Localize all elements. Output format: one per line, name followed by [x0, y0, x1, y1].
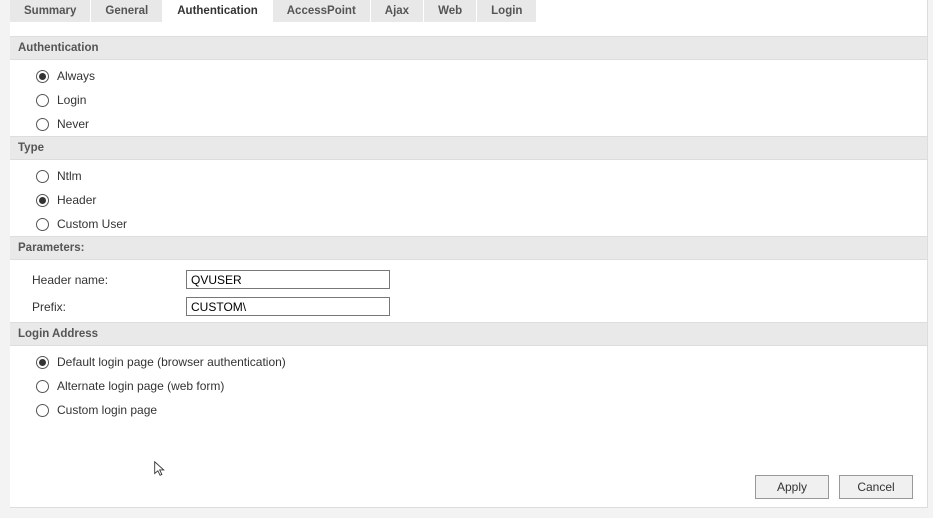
radio-alternate-login[interactable] — [36, 380, 49, 393]
radio-never[interactable] — [36, 118, 49, 131]
radio-always-label: Always — [57, 69, 95, 83]
tab-login[interactable]: Login — [477, 0, 537, 22]
authentication-group: Always Login Never — [10, 60, 927, 136]
tab-web[interactable]: Web — [424, 0, 477, 22]
tab-bar: Summary General Authentication AccessPoi… — [10, 0, 927, 22]
section-header-type: Type — [10, 136, 927, 160]
radio-always[interactable] — [36, 70, 49, 83]
button-bar: Apply Cancel — [755, 475, 913, 499]
radio-default-login[interactable] — [36, 356, 49, 369]
radio-alternate-login-label: Alternate login page (web form) — [57, 379, 224, 393]
radio-header[interactable] — [36, 194, 49, 207]
header-name-label: Header name: — [32, 273, 176, 287]
radio-custom-login-label: Custom login page — [57, 403, 157, 417]
radio-never-label: Never — [57, 117, 89, 131]
section-header-login-address: Login Address — [10, 322, 927, 346]
tab-summary[interactable]: Summary — [10, 0, 91, 22]
tab-general[interactable]: General — [91, 0, 163, 22]
radio-ntlm[interactable] — [36, 170, 49, 183]
apply-button[interactable]: Apply — [755, 475, 829, 499]
radio-header-label: Header — [57, 193, 96, 207]
cancel-button[interactable]: Cancel — [839, 475, 913, 499]
tab-ajax[interactable]: Ajax — [371, 0, 424, 22]
prefix-label: Prefix: — [32, 300, 176, 314]
radio-custom-user[interactable] — [36, 218, 49, 231]
radio-ntlm-label: Ntlm — [57, 169, 82, 183]
tab-authentication[interactable]: Authentication — [163, 0, 273, 22]
radio-login-label: Login — [57, 93, 86, 107]
header-name-input[interactable] — [186, 270, 390, 289]
radio-login[interactable] — [36, 94, 49, 107]
radio-custom-user-label: Custom User — [57, 217, 127, 231]
section-header-authentication: Authentication — [10, 36, 927, 60]
radio-custom-login[interactable] — [36, 404, 49, 417]
prefix-input[interactable] — [186, 297, 390, 316]
tab-accesspoint[interactable]: AccessPoint — [273, 0, 371, 22]
section-header-parameters: Parameters: — [10, 236, 927, 260]
type-group: Ntlm Header Custom User — [10, 160, 927, 236]
radio-default-login-label: Default login page (browser authenticati… — [57, 355, 286, 369]
login-address-group: Default login page (browser authenticati… — [10, 346, 927, 422]
